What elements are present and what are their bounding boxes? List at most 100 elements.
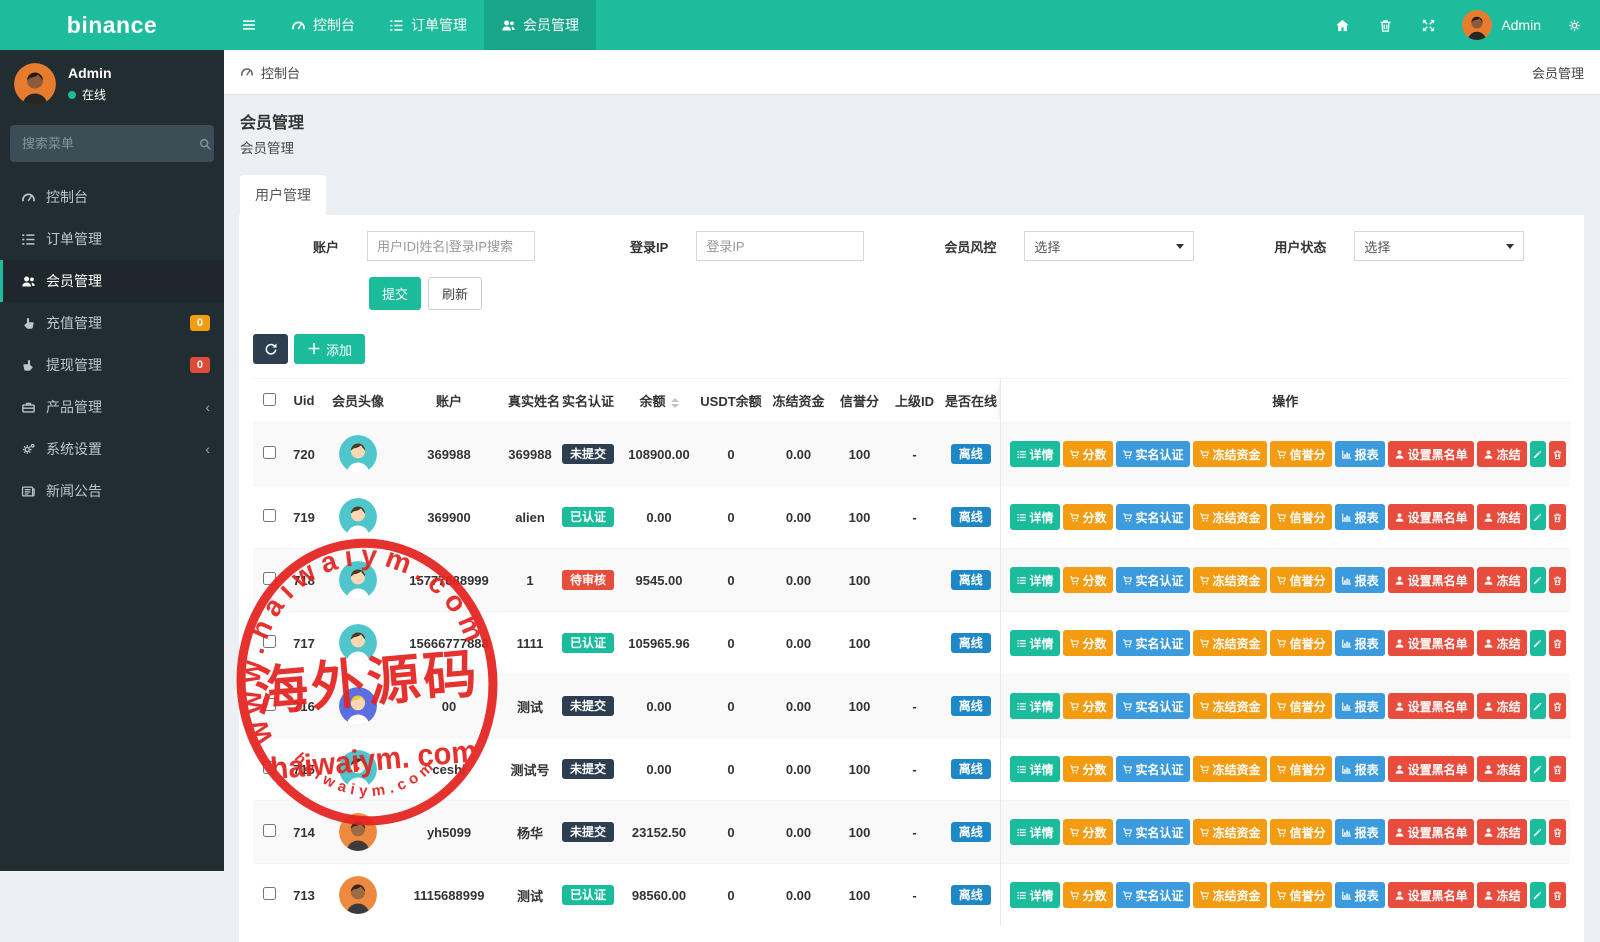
action-信誉分-button[interactable]: 信誉分 xyxy=(1270,567,1332,593)
action-详情-button[interactable]: 详情 xyxy=(1010,819,1060,845)
action-trash-button[interactable] xyxy=(1549,441,1566,467)
risk-select[interactable]: 选择 xyxy=(1024,231,1194,261)
action-pencil-button[interactable] xyxy=(1530,693,1547,719)
action-报表-button[interactable]: 报表 xyxy=(1335,567,1385,593)
action-pencil-button[interactable] xyxy=(1530,567,1547,593)
action-pencil-button[interactable] xyxy=(1530,441,1547,467)
account-search-input[interactable] xyxy=(367,231,535,261)
user-status-select[interactable]: 选择 xyxy=(1354,231,1524,261)
sidebar-item-提现管理[interactable]: 提现管理0 xyxy=(0,344,224,386)
action-信誉分-button[interactable]: 信誉分 xyxy=(1270,630,1332,656)
column-header-余额[interactable]: 余额 xyxy=(621,379,697,423)
clear-cache-button[interactable] xyxy=(1364,0,1407,50)
action-实名认证-button[interactable]: 实名认证 xyxy=(1116,504,1190,530)
action-设置黑名单-button[interactable]: 设置黑名单 xyxy=(1388,630,1474,656)
user-menu[interactable]: Admin xyxy=(1450,10,1553,40)
action-冻结资金-button[interactable]: 冻结资金 xyxy=(1193,504,1267,530)
action-分数-button[interactable]: 分数 xyxy=(1063,756,1113,782)
sidebar-item-产品管理[interactable]: 产品管理‹ xyxy=(0,386,224,428)
row-checkbox[interactable] xyxy=(263,887,276,900)
add-member-button[interactable]: ＋添加 xyxy=(294,334,365,364)
action-冻结资金-button[interactable]: 冻结资金 xyxy=(1193,441,1267,467)
action-冻结-button[interactable]: 冻结 xyxy=(1477,441,1527,467)
action-详情-button[interactable]: 详情 xyxy=(1010,630,1060,656)
search-icon[interactable] xyxy=(198,137,212,151)
action-分数-button[interactable]: 分数 xyxy=(1063,567,1113,593)
action-设置黑名单-button[interactable]: 设置黑名单 xyxy=(1388,441,1474,467)
action-trash-button[interactable] xyxy=(1549,630,1566,656)
action-详情-button[interactable]: 详情 xyxy=(1010,756,1060,782)
action-冻结-button[interactable]: 冻结 xyxy=(1477,819,1527,845)
sidebar-item-新闻公告[interactable]: 新闻公告 xyxy=(0,470,224,512)
action-报表-button[interactable]: 报表 xyxy=(1335,504,1385,530)
action-实名认证-button[interactable]: 实名认证 xyxy=(1116,882,1190,908)
action-trash-button[interactable] xyxy=(1549,819,1566,845)
action-实名认证-button[interactable]: 实名认证 xyxy=(1116,567,1190,593)
action-trash-button[interactable] xyxy=(1549,756,1566,782)
sidebar-item-控制台[interactable]: 控制台 xyxy=(0,176,224,218)
action-冻结资金-button[interactable]: 冻结资金 xyxy=(1193,567,1267,593)
select-all-checkbox[interactable] xyxy=(263,393,276,406)
action-分数-button[interactable]: 分数 xyxy=(1063,630,1113,656)
action-分数-button[interactable]: 分数 xyxy=(1063,882,1113,908)
login-ip-input[interactable] xyxy=(696,231,864,261)
action-冻结-button[interactable]: 冻结 xyxy=(1477,756,1527,782)
action-冻结-button[interactable]: 冻结 xyxy=(1477,693,1527,719)
action-pencil-button[interactable] xyxy=(1530,882,1547,908)
action-pencil-button[interactable] xyxy=(1530,819,1547,845)
row-checkbox[interactable] xyxy=(263,509,276,522)
action-详情-button[interactable]: 详情 xyxy=(1010,882,1060,908)
action-信誉分-button[interactable]: 信誉分 xyxy=(1270,693,1332,719)
submit-button[interactable]: 提交 xyxy=(369,277,421,310)
action-实名认证-button[interactable]: 实名认证 xyxy=(1116,756,1190,782)
action-设置黑名单-button[interactable]: 设置黑名单 xyxy=(1388,819,1474,845)
action-设置黑名单-button[interactable]: 设置黑名单 xyxy=(1388,693,1474,719)
action-设置黑名单-button[interactable]: 设置黑名单 xyxy=(1388,756,1474,782)
action-分数-button[interactable]: 分数 xyxy=(1063,441,1113,467)
row-checkbox[interactable] xyxy=(263,572,276,585)
action-冻结资金-button[interactable]: 冻结资金 xyxy=(1193,630,1267,656)
action-pencil-button[interactable] xyxy=(1530,504,1547,530)
action-报表-button[interactable]: 报表 xyxy=(1335,693,1385,719)
sidebar-item-订单管理[interactable]: 订单管理 xyxy=(0,218,224,260)
action-实名认证-button[interactable]: 实名认证 xyxy=(1116,441,1190,467)
action-冻结-button[interactable]: 冻结 xyxy=(1477,504,1527,530)
action-冻结资金-button[interactable]: 冻结资金 xyxy=(1193,819,1267,845)
row-checkbox[interactable] xyxy=(263,761,276,774)
row-checkbox[interactable] xyxy=(263,635,276,648)
breadcrumb-section[interactable]: 控制台 xyxy=(240,63,300,82)
sidebar-item-会员管理[interactable]: 会员管理 xyxy=(0,260,224,302)
action-冻结资金-button[interactable]: 冻结资金 xyxy=(1193,693,1267,719)
action-信誉分-button[interactable]: 信誉分 xyxy=(1270,819,1332,845)
action-实名认证-button[interactable]: 实名认证 xyxy=(1116,630,1190,656)
action-报表-button[interactable]: 报表 xyxy=(1335,441,1385,467)
action-冻结-button[interactable]: 冻结 xyxy=(1477,567,1527,593)
sidebar-toggle-button[interactable] xyxy=(224,0,274,50)
action-详情-button[interactable]: 详情 xyxy=(1010,693,1060,719)
action-信誉分-button[interactable]: 信誉分 xyxy=(1270,882,1332,908)
action-冻结-button[interactable]: 冻结 xyxy=(1477,630,1527,656)
reload-table-button[interactable] xyxy=(253,334,288,364)
row-checkbox[interactable] xyxy=(263,698,276,711)
row-checkbox[interactable] xyxy=(263,446,276,459)
action-实名认证-button[interactable]: 实名认证 xyxy=(1116,693,1190,719)
settings-button[interactable] xyxy=(1553,0,1596,50)
action-pencil-button[interactable] xyxy=(1530,756,1547,782)
action-设置黑名单-button[interactable]: 设置黑名单 xyxy=(1388,882,1474,908)
action-trash-button[interactable] xyxy=(1549,504,1566,530)
refresh-button[interactable]: 刷新 xyxy=(428,277,482,310)
action-信誉分-button[interactable]: 信誉分 xyxy=(1270,504,1332,530)
home-button[interactable] xyxy=(1321,0,1364,50)
action-实名认证-button[interactable]: 实名认证 xyxy=(1116,819,1190,845)
action-分数-button[interactable]: 分数 xyxy=(1063,693,1113,719)
brand-logo[interactable]: binance xyxy=(0,0,224,50)
action-报表-button[interactable]: 报表 xyxy=(1335,819,1385,845)
sidebar-search-input[interactable] xyxy=(22,136,198,151)
action-信誉分-button[interactable]: 信誉分 xyxy=(1270,756,1332,782)
action-设置黑名单-button[interactable]: 设置黑名单 xyxy=(1388,504,1474,530)
action-冻结资金-button[interactable]: 冻结资金 xyxy=(1193,882,1267,908)
top-nav-item-会员管理[interactable]: 会员管理 xyxy=(484,0,596,50)
action-pencil-button[interactable] xyxy=(1530,630,1547,656)
action-冻结-button[interactable]: 冻结 xyxy=(1477,882,1527,908)
action-信誉分-button[interactable]: 信誉分 xyxy=(1270,441,1332,467)
